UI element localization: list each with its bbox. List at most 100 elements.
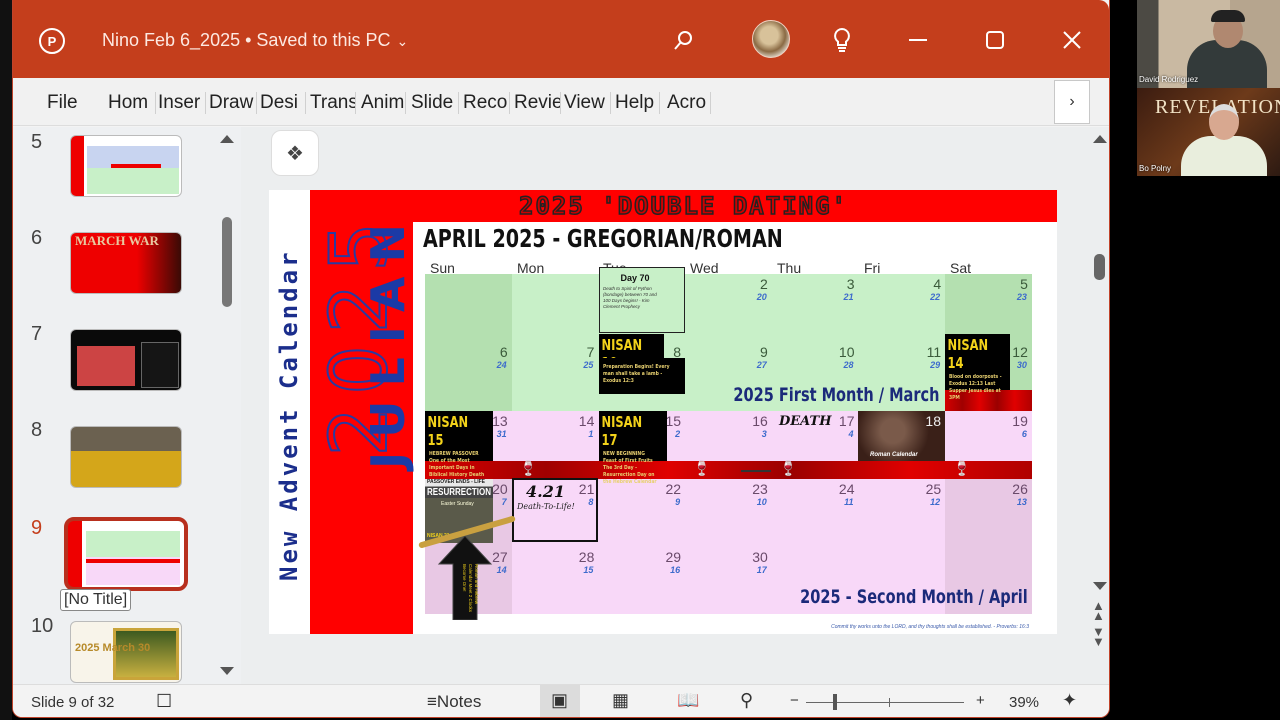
participant-video-1: David Rodriguez — [1137, 0, 1280, 88]
tab-animations[interactable]: Anim — [361, 92, 406, 114]
close-icon[interactable] — [1055, 24, 1089, 56]
gregorian-date: 4 — [933, 276, 942, 292]
accessibility-icon[interactable]: ☐ — [156, 691, 172, 712]
zoom-slider-handle[interactable] — [832, 694, 837, 710]
zoom-out-button[interactable]: − — [790, 692, 799, 709]
julian-date: 16 — [670, 565, 681, 575]
scroll-up-icon[interactable] — [1093, 135, 1107, 143]
double-dating-banner: 2025 'DOUBLE DATING' — [310, 190, 1057, 222]
tab-draw[interactable]: Draw — [209, 92, 257, 114]
tab-design[interactable]: Desi — [260, 92, 306, 114]
slide-thumbnail-7[interactable] — [70, 329, 182, 391]
slide-editor: ❖ New Advent Calendar 2025 JULIAN 2025 '… — [241, 127, 1109, 684]
vertical-title: New Advent Calendar — [275, 249, 303, 581]
julian-date: 2 — [675, 429, 681, 439]
fit-to-window-icon[interactable]: ✦ — [1062, 690, 1077, 711]
zoom-level[interactable]: 39% — [1009, 694, 1039, 711]
thumb-number: 10 — [31, 615, 54, 637]
gregorian-date: 2 — [759, 276, 768, 292]
tab-view[interactable]: View — [564, 92, 611, 114]
ribbon-more-button[interactable]: › — [1054, 80, 1090, 124]
gregorian-date: 30 — [752, 549, 768, 565]
notes-button[interactable]: ≡Notes — [427, 692, 481, 712]
day70-box: Day 70 Death to Spirit of Python (bondag… — [599, 267, 685, 333]
slideshow-icon[interactable]: ⚲ — [740, 690, 753, 711]
julian-date: 29 — [930, 360, 941, 370]
calendar-grid: 2025 First Month / March 119220321422523… — [418, 267, 1032, 620]
tab-insert[interactable]: Inser — [158, 92, 206, 114]
slide-thumbnail-8[interactable] — [70, 426, 182, 488]
julian-date: 17 — [756, 565, 767, 575]
calendar-day: 19 6 🍷 — [945, 411, 1032, 479]
reading-view-icon[interactable]: 📖 — [677, 690, 699, 711]
zoom-in-button[interactable]: + — [976, 692, 985, 709]
tab-home[interactable]: Hom — [108, 92, 156, 114]
calendar-day: 11 29 — [859, 342, 946, 410]
gregorian-date: 28 — [578, 549, 595, 565]
julian-date: 15 — [583, 565, 594, 575]
scroll-up-icon[interactable] — [220, 135, 234, 143]
copilot-icon[interactable]: ❖ — [271, 130, 319, 176]
tab-record[interactable]: Reco — [463, 92, 510, 114]
calendar-day: 23 10 — [685, 479, 772, 547]
slide-thumbnail-9[interactable] — [64, 517, 188, 591]
gregorian-date: 7 — [586, 344, 595, 360]
communion-icon: 🍷 — [519, 460, 538, 476]
zoom-slider[interactable] — [806, 702, 964, 703]
slide-thumbnails-pane: 5 6 MARCH WAR 7 8 9 [No Title] 10 2025 M… — [13, 127, 241, 684]
avatar[interactable] — [752, 20, 790, 58]
tab-review[interactable]: Revie — [514, 92, 561, 114]
julian-date: 22 — [930, 292, 941, 302]
day70-text: Death to Spirit of Python (bondage) betw… — [603, 286, 657, 309]
thumbnail-caption: 2025 March 30 — [75, 642, 151, 654]
slide-sorter-icon[interactable]: ▦ — [612, 690, 629, 711]
slide-thumbnail-6[interactable]: MARCH WAR — [70, 232, 182, 294]
julian-date: 10 — [756, 497, 767, 507]
julian-date: 31 — [496, 429, 507, 439]
normal-view-icon[interactable]: ▣ — [551, 690, 568, 711]
minimize-icon[interactable] — [901, 24, 935, 56]
tab-slide-show[interactable]: Slide — [411, 92, 459, 114]
gregorian-date: 17 — [838, 413, 855, 429]
calendar-day: 6 24 — [425, 342, 512, 410]
thumbnails-scrollbar[interactable] — [216, 127, 238, 684]
tomb-image: Roman Calendar 18 — [858, 411, 945, 461]
slide-canvas[interactable]: New Advent Calendar 2025 JULIAN 2025 'DO… — [269, 190, 1057, 634]
participant-name: David Rodriguez — [1139, 75, 1199, 84]
participant-video-2: REVELATION Bo Polny — [1137, 88, 1280, 176]
desktop-edge — [0, 0, 12, 720]
day70-title: Day 70 — [620, 273, 650, 283]
tab-help[interactable]: Help — [615, 92, 660, 114]
julian-date: 7 — [501, 497, 507, 507]
tab-acrobat[interactable]: Acro — [667, 92, 711, 114]
julian-word: JULIAN — [361, 210, 415, 469]
search-icon[interactable] — [666, 24, 700, 56]
scrollbar-thumb[interactable] — [222, 217, 232, 307]
tab-transitions[interactable]: Trans — [310, 92, 356, 114]
slide-thumbnail-10[interactable]: 2025 March 30 — [70, 621, 182, 683]
footer-quote: Commit thy works unto the LORD, and thy … — [831, 624, 1029, 630]
maximize-icon[interactable] — [978, 24, 1012, 56]
date-421-title: 4.21 — [526, 482, 565, 501]
editor-scrollbar[interactable]: ▲ ▲ ▼ ▼ — [1089, 127, 1109, 657]
gregorian-date: 26 — [1012, 481, 1028, 497]
tab-file[interactable]: File — [47, 92, 91, 114]
participant-name: Bo Polny — [1139, 164, 1172, 173]
roman-calendar-label: Roman Calendar — [870, 452, 918, 458]
previous-slide-icon[interactable]: ▲ ▲ — [1092, 599, 1105, 622]
document-title[interactable]: Nino Feb 6_2025 • Saved to this PC ⌄ — [102, 30, 408, 51]
calendar-day: 24 11 — [772, 479, 859, 547]
julian-date: 23 — [1016, 292, 1027, 302]
gregorian-date: 3 — [846, 276, 855, 292]
scroll-down-icon[interactable] — [1093, 582, 1107, 590]
scrollbar-thumb[interactable] — [1094, 254, 1105, 280]
notes-icon: ≡ — [427, 692, 437, 711]
lightbulb-icon[interactable] — [825, 24, 859, 56]
scroll-down-icon[interactable] — [220, 667, 234, 675]
calendar-day: 9 27 — [685, 342, 772, 410]
next-slide-icon[interactable]: ▼ ▼ — [1092, 625, 1105, 648]
gregorian-date: 15 — [665, 413, 682, 429]
slide-thumbnail-5[interactable] — [70, 135, 182, 197]
chevron-down-icon: ⌄ — [396, 33, 409, 49]
calendar-day: 30 17 — [685, 547, 772, 615]
